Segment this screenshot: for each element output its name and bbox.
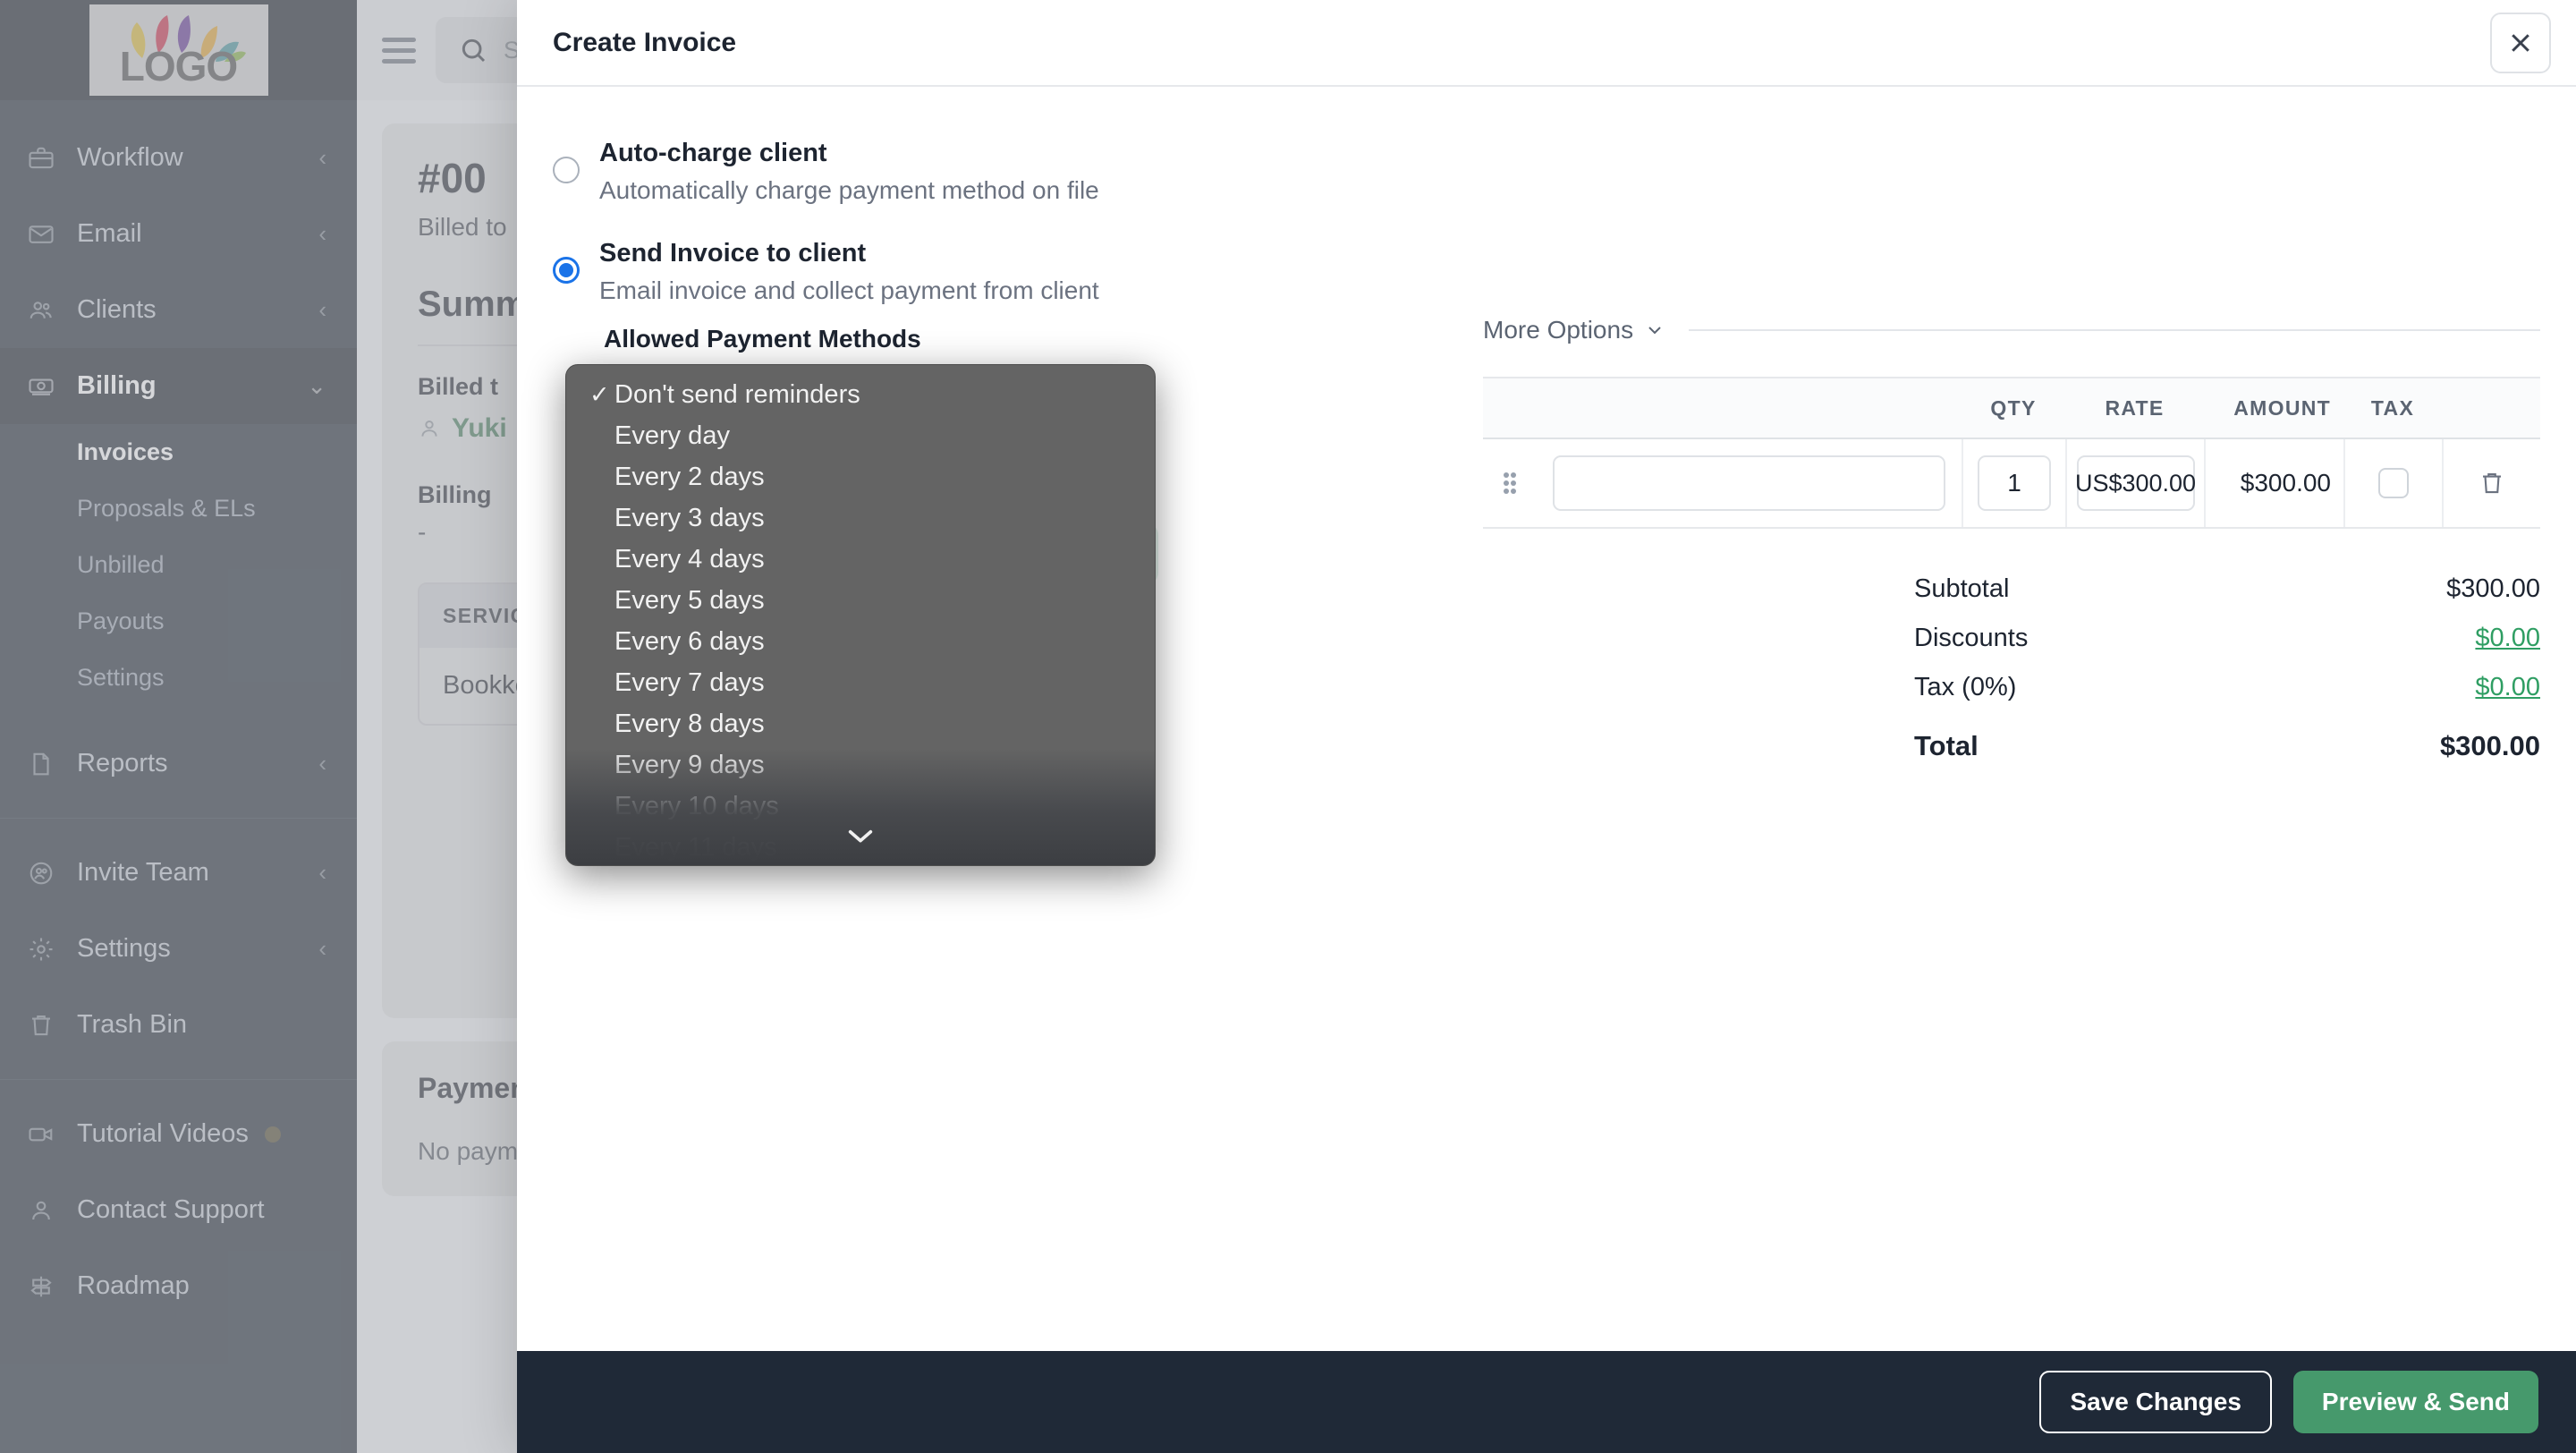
payment-methods-title: Allowed Payment Methods	[604, 325, 921, 353]
line-item-qty-input[interactable]: 1	[1978, 455, 2051, 511]
dropdown-option[interactable]: Every 10 days	[566, 786, 1155, 827]
dropdown-option[interactable]: Every 7 days	[566, 662, 1155, 703]
dropdown-option-label: Every day	[614, 421, 730, 450]
close-icon	[2512, 33, 2529, 52]
option-send-invoice[interactable]: Send Invoice to client Email invoice and…	[553, 239, 1474, 305]
column-header-tax: TAX	[2370, 395, 2415, 420]
divider	[1689, 329, 2540, 331]
more-options-row: More Options	[1483, 316, 2540, 344]
more-options-label: More Options	[1483, 316, 1634, 344]
totals-row-discounts: Discounts $0.00	[1914, 614, 2540, 663]
line-items-header: QTY RATE AMOUNT TAX	[1483, 378, 2540, 439]
tax-value-link[interactable]: $0.00	[2475, 673, 2540, 702]
totals-row-total: Total $300.00	[1914, 712, 2540, 772]
dropdown-option[interactable]: Every 2 days	[566, 456, 1155, 497]
modal-footer: Save Changes Preview & Send	[517, 1351, 2576, 1453]
totals-label: Tax (0%)	[1914, 673, 2017, 701]
dropdown-option-label: Every 7 days	[614, 667, 765, 697]
dropdown-option-label: Every 3 days	[614, 503, 765, 532]
dropdown-option[interactable]: Every 3 days	[566, 497, 1155, 539]
column-header-amount: AMOUNT	[2233, 395, 2331, 420]
auto-charge-radio[interactable]	[553, 157, 580, 183]
check-icon: ✓	[589, 380, 610, 408]
discounts-value-link[interactable]: $0.00	[2475, 624, 2540, 653]
dropdown-option[interactable]: Every 4 days	[566, 539, 1155, 580]
totals-value: $300.00	[2439, 730, 2540, 761]
send-invoice-description: Email invoice and collect payment from c…	[599, 276, 1099, 304]
line-item-tax-checkbox[interactable]	[2378, 468, 2409, 498]
send-invoice-label: Send Invoice to client	[599, 239, 867, 268]
table-row: 1 US$300.00 $300.00	[1483, 439, 2540, 529]
line-item-amount: $300.00	[2240, 469, 2331, 497]
delete-line-item-icon[interactable]	[2479, 470, 2505, 497]
line-item-rate-input[interactable]: US$300.00	[2075, 455, 2196, 511]
line-items-table: QTY RATE AMOUNT TAX 1 US$300.00 $300.00	[1483, 377, 2540, 529]
dropdown-option[interactable]: Every 9 days	[566, 744, 1155, 786]
dropdown-option-label: Every 4 days	[614, 544, 765, 574]
create-invoice-modal: Create Invoice Auto-charge client Automa…	[517, 0, 2576, 1453]
dropdown-option-label: Don't send reminders	[614, 379, 860, 409]
send-invoice-radio[interactable]	[553, 257, 580, 284]
dropdown-option-label: Every 11 days	[614, 832, 777, 862]
line-items-pane: More Options QTY RATE AMOUNT TAX 1 US$30…	[1474, 119, 2540, 1351]
dropdown-option-label: Every 9 days	[614, 750, 765, 779]
dropdown-option-list: ✓ Don't send reminders Every day Every 2 …	[566, 365, 1155, 865]
totals-label: Subtotal	[1914, 574, 2010, 603]
dropdown-option[interactable]: Every 5 days	[566, 580, 1155, 621]
client-reminders-dropdown[interactable]: ✓ Don't send reminders Every day Every 2 …	[565, 364, 1156, 866]
dropdown-option-label: Every 5 days	[614, 585, 765, 615]
line-item-description-input[interactable]	[1553, 455, 1945, 511]
totals-row-subtotal: Subtotal $300.00	[1914, 565, 2540, 614]
modal-header: Create Invoice	[517, 0, 2576, 87]
drag-handle-icon[interactable]	[1483, 468, 1537, 498]
invoice-totals: Subtotal $300.00 Discounts $0.00 Tax (0%…	[1914, 565, 2540, 772]
column-header-rate: RATE	[2105, 395, 2165, 420]
dropdown-option-label: Every 2 days	[614, 462, 765, 491]
close-button[interactable]	[2490, 12, 2551, 73]
modal-title: Create Invoice	[553, 27, 737, 57]
more-options-toggle[interactable]: More Options	[1483, 316, 1665, 344]
dropdown-option-label: Every 6 days	[614, 626, 765, 656]
dropdown-option[interactable]: Every 11 days	[566, 827, 1155, 865]
dropdown-option[interactable]: Every 8 days	[566, 703, 1155, 744]
chevron-down-icon	[1648, 327, 1661, 335]
totals-row-tax: Tax (0%) $0.00	[1914, 663, 2540, 712]
modal-body: Auto-charge client Automatically charge …	[517, 87, 2576, 1351]
option-auto-charge[interactable]: Auto-charge client Automatically charge …	[553, 139, 1474, 205]
dropdown-option[interactable]: Every 6 days	[566, 621, 1155, 662]
totals-label: Total	[1914, 730, 1979, 761]
totals-label: Discounts	[1914, 624, 2029, 652]
auto-charge-label: Auto-charge client	[599, 139, 827, 167]
dropdown-option[interactable]: Every day	[566, 415, 1155, 456]
dropdown-option-label: Every 8 days	[614, 709, 765, 738]
dropdown-option-label: Every 10 days	[614, 791, 779, 820]
auto-charge-description: Automatically charge payment method on f…	[599, 176, 1099, 204]
preview-and-send-button[interactable]: Preview & Send	[2292, 1371, 2538, 1433]
totals-value: $300.00	[2446, 574, 2540, 603]
save-changes-button[interactable]: Save Changes	[2039, 1371, 2272, 1433]
column-header-qty: QTY	[1990, 395, 2037, 420]
dropdown-option[interactable]: ✓ Don't send reminders	[566, 374, 1155, 415]
